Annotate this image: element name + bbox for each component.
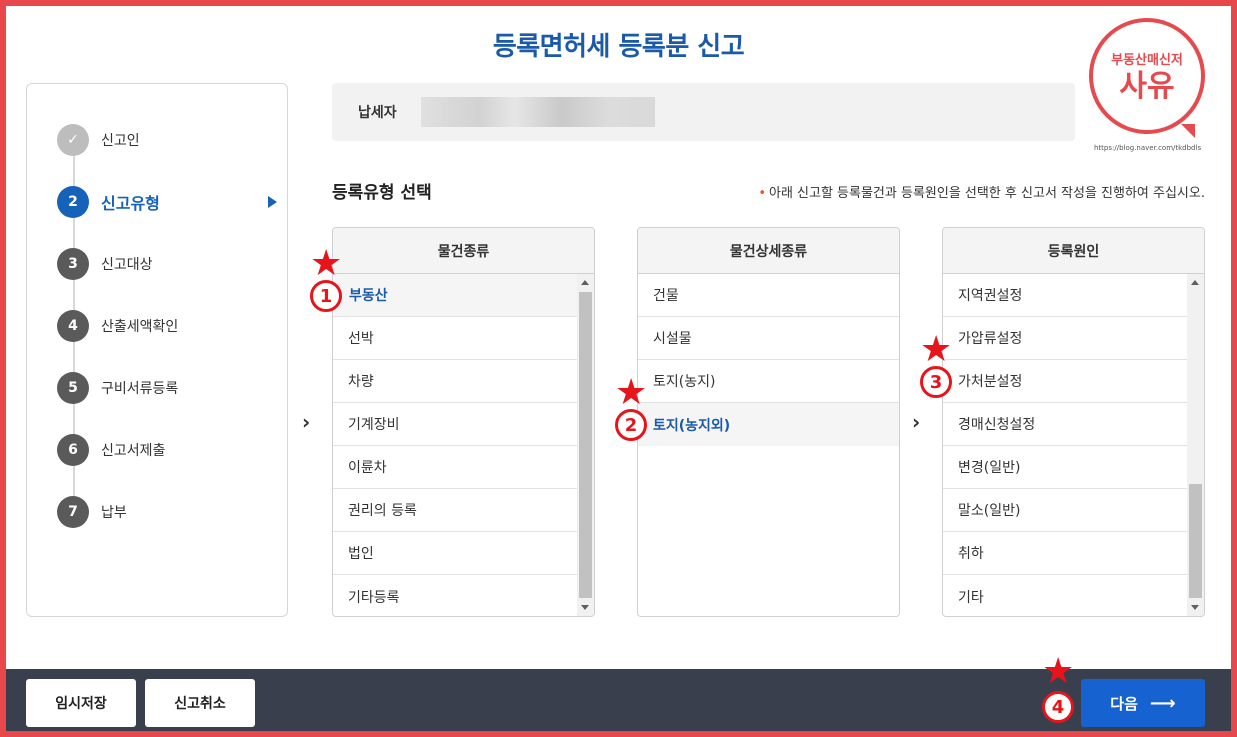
step-report-target[interactable]: 3 신고대상 — [57, 247, 277, 281]
marker-1: 1 — [310, 280, 342, 312]
item-label: 부동산 — [349, 288, 388, 304]
step-tax-calculation[interactable]: 4 산출세액확인 — [57, 309, 277, 343]
step-label: 납부 — [101, 505, 127, 521]
step-label: 구비서류등록 — [101, 381, 179, 397]
section-title: 등록유형 선택 — [332, 183, 432, 203]
step-number: 6 — [57, 434, 89, 466]
list-item[interactable]: 기타등록 — [333, 575, 577, 616]
temp-save-button[interactable]: 임시저장 — [26, 679, 136, 727]
speech-bubble-tail-icon — [1181, 124, 1195, 138]
object-type-scrollbar[interactable] — [577, 274, 594, 616]
list-item[interactable]: 가압류설정 — [943, 317, 1187, 360]
scroll-down-icon[interactable] — [1191, 605, 1199, 610]
blog-logo: 부동산매신저 사유 — [1089, 18, 1205, 138]
notice-message: 아래 신고할 등록물건과 등록원인을 선택한 후 신고서 작성을 진행하여 주십… — [768, 186, 1205, 201]
object-type-items: 부동산 선박 차량 기계장비 이륜차 권리의 등록 법인 기타등록 — [333, 274, 594, 616]
list-item[interactable]: 건물 — [638, 274, 899, 317]
current-step-arrow-icon — [268, 196, 277, 208]
list-item[interactable]: 지역권설정 — [943, 274, 1187, 317]
logo-line1: 부동산매신저 — [1111, 52, 1183, 68]
object-detail-list: 물건상세종류 건물 시설물 토지(농지) 토지(농지외) — [637, 227, 900, 617]
check-icon: ✓ — [57, 124, 89, 156]
step-number: 2 — [57, 186, 89, 218]
list-item-real-estate[interactable]: 부동산 — [333, 274, 577, 317]
marker-2: 2 — [615, 409, 647, 441]
registration-cause-scrollbar[interactable] — [1187, 274, 1204, 616]
app-frame: 등록면허세 등록분 신고 ✓ 신고인 2 신고유형 3 신고대상 4 산출세액확… — [6, 6, 1231, 731]
list-item-land-non-farm[interactable]: 토지(농지외) — [638, 403, 899, 446]
column-header: 물건상세종류 — [638, 228, 899, 274]
list-item[interactable]: 토지(농지) — [638, 360, 899, 403]
star-marker-icon: ★ — [920, 329, 953, 370]
scroll-up-icon[interactable] — [581, 280, 589, 285]
registration-cause-items: 지역권설정 가압류설정 가처분설정 경매신청설정 변경(일반) 말소(일반) 취… — [943, 274, 1204, 616]
list-item[interactable]: 권리의 등록 — [333, 489, 577, 532]
list-item[interactable]: 기계장비 — [333, 403, 577, 446]
marker-4: 4 — [1042, 691, 1074, 723]
step-payment[interactable]: 7 납부 — [57, 495, 277, 529]
marker-3: 3 — [920, 366, 952, 398]
scroll-up-icon[interactable] — [1191, 280, 1199, 285]
step-label: 신고서제출 — [101, 443, 166, 459]
step-submit[interactable]: 6 신고서제출 — [57, 433, 277, 467]
chevron-right-icon: › — [912, 410, 921, 434]
step-report-type[interactable]: 2 신고유형 — [57, 185, 277, 219]
notice-text: • 아래 신고할 등록물건과 등록원인을 선택한 후 신고서 작성을 진행하여 주… — [758, 182, 1205, 201]
cancel-report-button[interactable]: 신고취소 — [145, 679, 255, 727]
arrow-right-icon: ⟶ — [1149, 692, 1176, 714]
object-detail-items: 건물 시설물 토지(농지) 토지(농지외) — [638, 274, 899, 446]
column-header: 등록원인 — [943, 228, 1204, 274]
list-item[interactable]: 말소(일반) — [943, 489, 1187, 532]
list-item[interactable]: 경매신청설정 — [943, 403, 1187, 446]
step-documents[interactable]: 5 구비서류등록 — [57, 371, 277, 405]
step-sidebar: ✓ 신고인 2 신고유형 3 신고대상 4 산출세액확인 5 구비서류등록 6 … — [26, 83, 288, 617]
registration-cause-list: 등록원인 지역권설정 가압류설정 가처분설정 경매신청설정 변경(일반) 말소(… — [942, 227, 1205, 617]
step-number: 5 — [57, 372, 89, 404]
taxpayer-bar: 납세자 — [332, 83, 1075, 141]
list-item-provisional-disposition[interactable]: 가처분설정 — [943, 360, 1187, 403]
step-number: 7 — [57, 496, 89, 528]
star-marker-icon: ★ — [615, 372, 648, 413]
next-label: 다음 — [1110, 694, 1138, 713]
taxpayer-label: 납세자 — [358, 105, 397, 121]
list-item[interactable]: 법인 — [333, 532, 577, 575]
column-header: 물건종류 — [333, 228, 594, 274]
star-marker-icon: ★ — [310, 243, 343, 284]
list-item[interactable]: 선박 — [333, 317, 577, 360]
scroll-thumb[interactable] — [1189, 484, 1202, 598]
step-label: 신고유형 — [101, 194, 160, 213]
bullet-icon: • — [758, 186, 766, 201]
star-marker-icon: ★ — [1042, 651, 1075, 692]
page-title: 등록면허세 등록분 신고 — [492, 32, 745, 62]
list-item[interactable]: 변경(일반) — [943, 446, 1187, 489]
taxpayer-name-redacted — [420, 97, 655, 127]
step-applicant[interactable]: ✓ 신고인 — [57, 123, 277, 157]
step-label: 산출세액확인 — [101, 319, 179, 335]
scroll-down-icon[interactable] — [581, 605, 589, 610]
chevron-right-icon: › — [302, 410, 311, 434]
scroll-thumb[interactable] — [579, 292, 592, 598]
list-item[interactable]: 이륜차 — [333, 446, 577, 489]
list-item[interactable]: 취하 — [943, 532, 1187, 575]
list-item[interactable]: 차량 — [333, 360, 577, 403]
logo-line2: 사유 — [1119, 68, 1175, 104]
step-number: 3 — [57, 248, 89, 280]
list-item[interactable]: 시설물 — [638, 317, 899, 360]
step-number: 4 — [57, 310, 89, 342]
object-type-list: 물건종류 부동산 선박 차량 기계장비 이륜차 권리의 등록 법인 기타등록 — [332, 227, 595, 617]
step-label: 신고대상 — [101, 257, 153, 273]
step-label: 신고인 — [101, 133, 140, 149]
logo-url: https://blog.naver.com/tkdbdls — [1094, 144, 1202, 152]
list-item[interactable]: 기타 — [943, 575, 1187, 616]
next-button[interactable]: 다음 ⟶ — [1081, 679, 1205, 727]
